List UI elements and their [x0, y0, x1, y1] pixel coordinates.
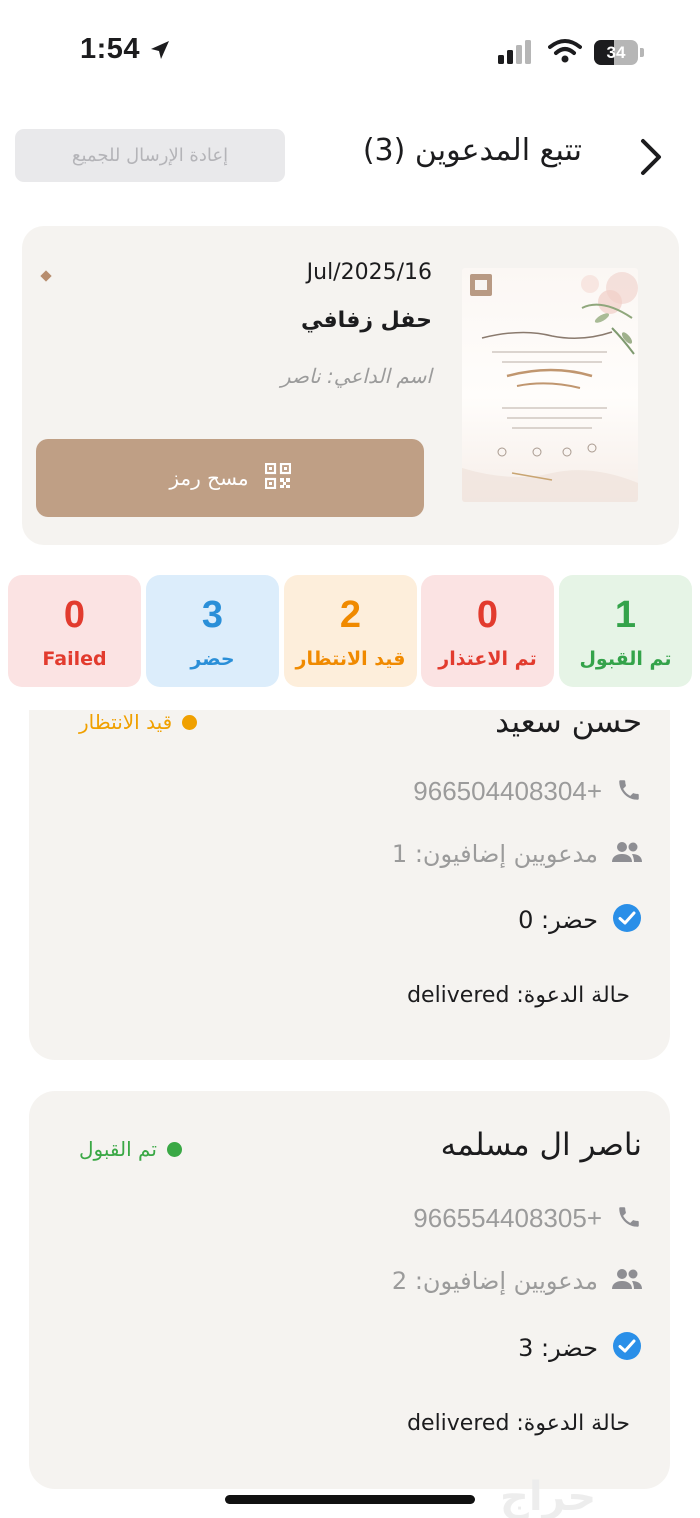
- stat-failed[interactable]: 0 Failed: [8, 575, 141, 687]
- invitation-image[interactable]: [462, 268, 638, 502]
- extra-guests: مدعويين إضافيون: 1: [391, 840, 598, 868]
- status-bar: 1:54 34: [0, 0, 700, 100]
- stat-value: 1: [614, 594, 637, 636]
- attended-count: حضر: 3: [518, 1334, 598, 1362]
- guest-extra-row: مدعويين إضافيون: 2: [392, 1267, 642, 1295]
- guest-attended-row: حضر: 3: [518, 1331, 642, 1365]
- status-time: 1:54: [80, 33, 141, 65]
- phone-icon: [616, 777, 642, 807]
- phone-icon: [616, 1204, 642, 1234]
- wifi-icon: [548, 38, 582, 68]
- chevron-right-icon: [641, 139, 661, 175]
- guest-attended-row: حضر: 0: [518, 903, 642, 937]
- watermark-logo: حراج: [500, 1474, 597, 1518]
- stat-value: 0: [476, 594, 499, 636]
- menu-diamond-icon[interactable]: [40, 270, 52, 282]
- stat-label: تم الاعتذار: [438, 648, 537, 670]
- stat-value: 3: [201, 594, 224, 636]
- scan-code-label: مسح رمز: [169, 466, 249, 490]
- status-dot: [182, 714, 198, 730]
- guest-phone-row[interactable]: 966554408305+: [413, 1203, 642, 1234]
- cellular-signal-icon: [498, 40, 538, 64]
- guest-name: ناصر ال مسلمه: [440, 1127, 642, 1163]
- guest-name: حسن سعيد: [495, 710, 642, 740]
- guest-status: تم القبول: [79, 1137, 182, 1161]
- stat-label: Failed: [42, 648, 107, 670]
- guest-phone: 966554408305+: [413, 1203, 602, 1233]
- stat-value: 0: [63, 594, 86, 636]
- stat-label: قيد الانتظار: [295, 648, 406, 670]
- scan-code-button[interactable]: مسح رمز: [36, 439, 424, 517]
- guest-phone-row[interactable]: 966504408304+: [413, 776, 642, 807]
- stat-label: تم القبول: [579, 648, 672, 670]
- stats-row: 1 تم القبول 0 تم الاعتذار 2 قيد الانتظار…: [8, 575, 694, 687]
- stat-label: حضر: [190, 648, 235, 670]
- guest-status: قيد الانتظار: [79, 710, 198, 734]
- stat-declined[interactable]: 0 تم الاعتذار: [421, 575, 554, 687]
- people-icon: [612, 1268, 642, 1294]
- guest-extra-row: مدعويين إضافيون: 1: [392, 840, 642, 868]
- event-date: Jul/2025/16: [306, 260, 432, 285]
- guest-phone: 966504408304+: [413, 776, 602, 806]
- back-button[interactable]: [630, 133, 670, 181]
- attended-count: حضر: 0: [518, 906, 598, 934]
- extra-guests: مدعويين إضافيون: 2: [391, 1267, 598, 1295]
- resend-all-button[interactable]: إعادة الإرسال للجميع: [15, 129, 285, 182]
- guest-status-label: قيد الانتظار: [79, 710, 173, 734]
- location-arrow-icon: [148, 38, 172, 66]
- qr-code-icon: [264, 462, 291, 494]
- stat-pending[interactable]: 2 قيد الانتظار: [284, 575, 417, 687]
- people-icon: [612, 841, 642, 867]
- home-indicator[interactable]: [225, 1495, 475, 1504]
- event-card[interactable]: Jul/2025/16 حفل زفافي اسم الداعي: ناصر م…: [22, 226, 679, 545]
- event-name: حفل زفافي: [301, 308, 432, 333]
- invite-status: حالة الدعوة: delivered: [407, 1411, 630, 1436]
- battery-icon: 34: [594, 40, 644, 65]
- check-circle-icon: [612, 1331, 642, 1365]
- stat-attended[interactable]: 3 حضر: [146, 575, 279, 687]
- host-name: اسم الداعي: ناصر: [280, 364, 432, 388]
- guest-card[interactable]: حسن سعيد قيد الانتظار 966504408304+ مدعو…: [29, 710, 670, 1060]
- status-dot: [166, 1141, 182, 1157]
- check-circle-icon: [612, 903, 642, 937]
- stat-value: 2: [339, 594, 362, 636]
- guest-card[interactable]: ناصر ال مسلمه تم القبول 966554408305+ مد…: [29, 1091, 670, 1489]
- guest-status-label: تم القبول: [79, 1137, 157, 1161]
- page-title: تتبع المدعوين (3): [362, 133, 582, 168]
- invite-status: حالة الدعوة: delivered: [407, 983, 630, 1008]
- battery-level: 34: [606, 43, 626, 62]
- stat-accepted[interactable]: 1 تم القبول: [559, 575, 692, 687]
